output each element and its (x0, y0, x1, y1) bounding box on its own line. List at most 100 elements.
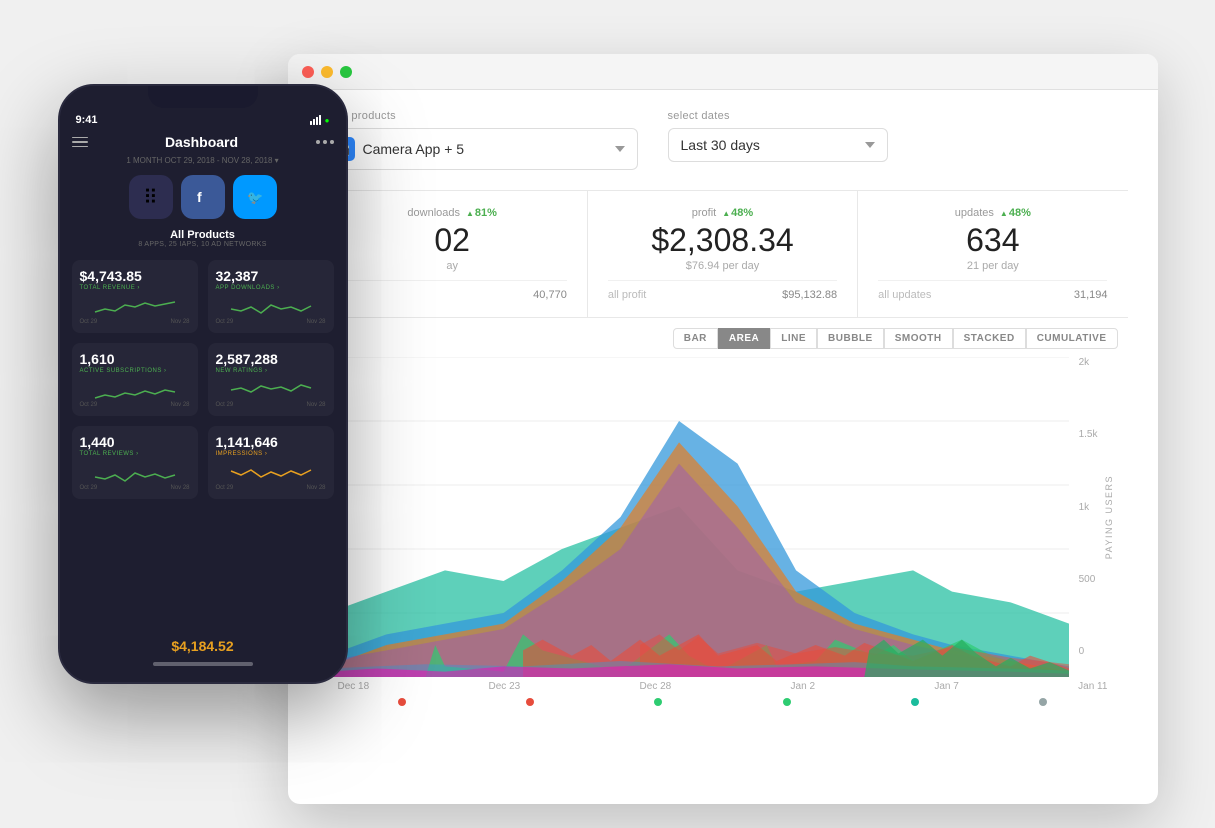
chart-toggle-bubble[interactable]: BUBBLE (817, 328, 884, 349)
profit-footer-label: all profit (608, 289, 647, 301)
close-button[interactable] (302, 66, 314, 78)
chart-toggle-bar[interactable]: BAR (673, 328, 718, 349)
legend-dot-5 (911, 698, 919, 706)
facebook-icon[interactable]: f (181, 175, 225, 219)
reviews-value: 1,440 (80, 434, 190, 450)
metric-updates: updates 48% 634 21 per day all updates 3… (858, 191, 1127, 317)
chart-toggle-area[interactable]: AREA (718, 328, 770, 349)
all-products-title: All Products (72, 229, 334, 241)
downloads-value: 32,387 (216, 268, 326, 284)
x-label-jan11: Jan 11 (1078, 681, 1107, 692)
y-label-500: 500 (1079, 574, 1098, 585)
reviews-sparkline (80, 463, 190, 483)
x-label-dec28: Dec 28 (640, 681, 672, 692)
downloads-footer: 40,770 (338, 280, 567, 301)
revenue-value: $4,743.85 (80, 268, 190, 284)
downloads-sub: ay (338, 260, 567, 272)
more-icon[interactable] (316, 140, 334, 144)
phone-nav: Dashboard (72, 134, 334, 150)
updates-footer-label: all updates (878, 289, 931, 301)
products-select-group: select products 📷 Camera App + 5 (318, 110, 638, 170)
downloads-date-range: Oct 29Nov 28 (216, 319, 326, 325)
updates-sub: 21 per day (878, 260, 1107, 272)
reviews-label[interactable]: TOTAL REVIEWS › (80, 451, 190, 457)
updates-badge: 48% (1000, 207, 1031, 219)
ratings-label[interactable]: NEW RATINGS › (216, 368, 326, 374)
updates-footer: all updates 31,194 (878, 280, 1107, 301)
profit-header: profit 48% (608, 207, 837, 219)
impressions-date-range: Oct 29Nov 28 (216, 485, 326, 491)
phone: 9:41 ● Dashboard (58, 84, 348, 684)
chart-toggle-stacked[interactable]: STACKED (953, 328, 1026, 349)
hamburger-icon[interactable] (72, 137, 88, 148)
y-label-1-5k: 1.5k (1079, 429, 1098, 440)
impressions-value: 1,141,646 (216, 434, 326, 450)
downloads-label[interactable]: APP DOWNLOADS › (216, 285, 326, 291)
phone-time: 9:41 (76, 114, 98, 126)
legend-dot-1 (398, 698, 406, 706)
downloads-header: downloads 81% (338, 207, 567, 219)
updates-footer-value: 31,194 (1074, 289, 1108, 301)
y-label-1k: 1k (1079, 502, 1098, 513)
chart-toggle-line[interactable]: LINE (770, 328, 817, 349)
phone-date-bar[interactable]: 1 MONTH OCT 29, 2018 - NOV 28, 2018 ▾ (72, 156, 334, 165)
phone-all-products: All Products 8 APPS, 25 IAPS, 10 AD NETW… (72, 229, 334, 248)
revenue-date-range: Oct 29Nov 28 (80, 319, 190, 325)
phone-metric-ratings: 2,587,288 NEW RATINGS › Oct 29Nov 28 (208, 343, 334, 416)
scene: select products 📷 Camera App + 5 select … (58, 24, 1158, 804)
chart-wrap (328, 357, 1069, 677)
chart-toggle-cumulative[interactable]: CUMULATIVE (1026, 328, 1118, 349)
legend-dot-3 (654, 698, 662, 706)
svg-text:f: f (197, 189, 202, 205)
downloads-label: downloads (407, 207, 460, 219)
revenue-sparkline (80, 297, 190, 317)
ratings-value: 2,587,288 (216, 351, 326, 367)
chart-legend-dots (328, 692, 1118, 706)
apps-grid-icon[interactable]: ⠿ (129, 175, 173, 219)
x-label-dec18: Dec 18 (338, 681, 370, 692)
subscriptions-label[interactable]: ACTIVE SUBSCRIPTIONS › (80, 368, 190, 374)
phone-metrics-grid: $4,743.85 TOTAL REVENUE › Oct 29Nov 28 3… (72, 260, 334, 499)
legend-dot-6 (1039, 698, 1047, 706)
select-row: select products 📷 Camera App + 5 select … (318, 110, 1128, 170)
phone-metric-reviews: 1,440 TOTAL REVIEWS › Oct 29Nov 28 (72, 426, 198, 499)
twitter-icon[interactable]: 🐦 (233, 175, 277, 219)
phone-metric-downloads: 32,387 APP DOWNLOADS › Oct 29Nov 28 (208, 260, 334, 333)
traffic-lights (302, 66, 352, 78)
phone-status-bar: 9:41 ● (72, 114, 334, 126)
impressions-label[interactable]: IMPRESSIONS › (216, 451, 326, 457)
legend-dot-2 (526, 698, 534, 706)
dates-value: Last 30 days (681, 137, 857, 153)
revenue-label[interactable]: TOTAL REVENUE › (80, 285, 190, 291)
x-axis-labels: Dec 18 Dec 23 Dec 28 Jan 2 Jan 7 Jan 11 (328, 677, 1118, 692)
y-axis: 2k 1.5k 1k 500 0 (1069, 357, 1104, 657)
products-dropdown[interactable]: 📷 Camera App + 5 (318, 128, 638, 170)
profit-label: profit (692, 207, 716, 219)
phone-status-icons: ● (310, 115, 330, 125)
minimize-button[interactable] (321, 66, 333, 78)
y-axis-title: PAYING USERS (1104, 475, 1114, 559)
phone-notch (148, 86, 258, 108)
phone-metric-impressions: 1,141,646 IMPRESSIONS › Oct 29Nov 28 (208, 426, 334, 499)
dates-dropdown[interactable]: Last 30 days (668, 128, 888, 162)
chart-toggle-smooth[interactable]: SMOOTH (884, 328, 953, 349)
x-label-jan7: Jan 7 (934, 681, 958, 692)
metric-downloads: downloads 81% 02 ay 40,770 (318, 191, 588, 317)
subscriptions-date-range: Oct 29Nov 28 (80, 402, 190, 408)
phone-metric-revenue: $4,743.85 TOTAL REVENUE › Oct 29Nov 28 (72, 260, 198, 333)
profit-value: $2,308.34 (608, 223, 837, 258)
profit-footer-value: $95,132.88 (782, 289, 837, 301)
impressions-sparkline (216, 463, 326, 483)
legend-dot-4 (783, 698, 791, 706)
phone-total: $4,184.52 (72, 630, 334, 654)
titlebar (288, 54, 1158, 90)
chart-and-yaxis: 2k 1.5k 1k 500 0 PAYING USERS (328, 357, 1118, 677)
home-indicator (153, 662, 253, 666)
profit-badge: 48% (722, 207, 753, 219)
y-label-2k: 2k (1079, 357, 1098, 368)
ratings-sparkline (216, 380, 326, 400)
maximize-button[interactable] (340, 66, 352, 78)
downloads-footer-value: 40,770 (533, 289, 567, 301)
y-label-0: 0 (1079, 646, 1098, 657)
profit-sub: $76.94 per day (608, 260, 837, 272)
